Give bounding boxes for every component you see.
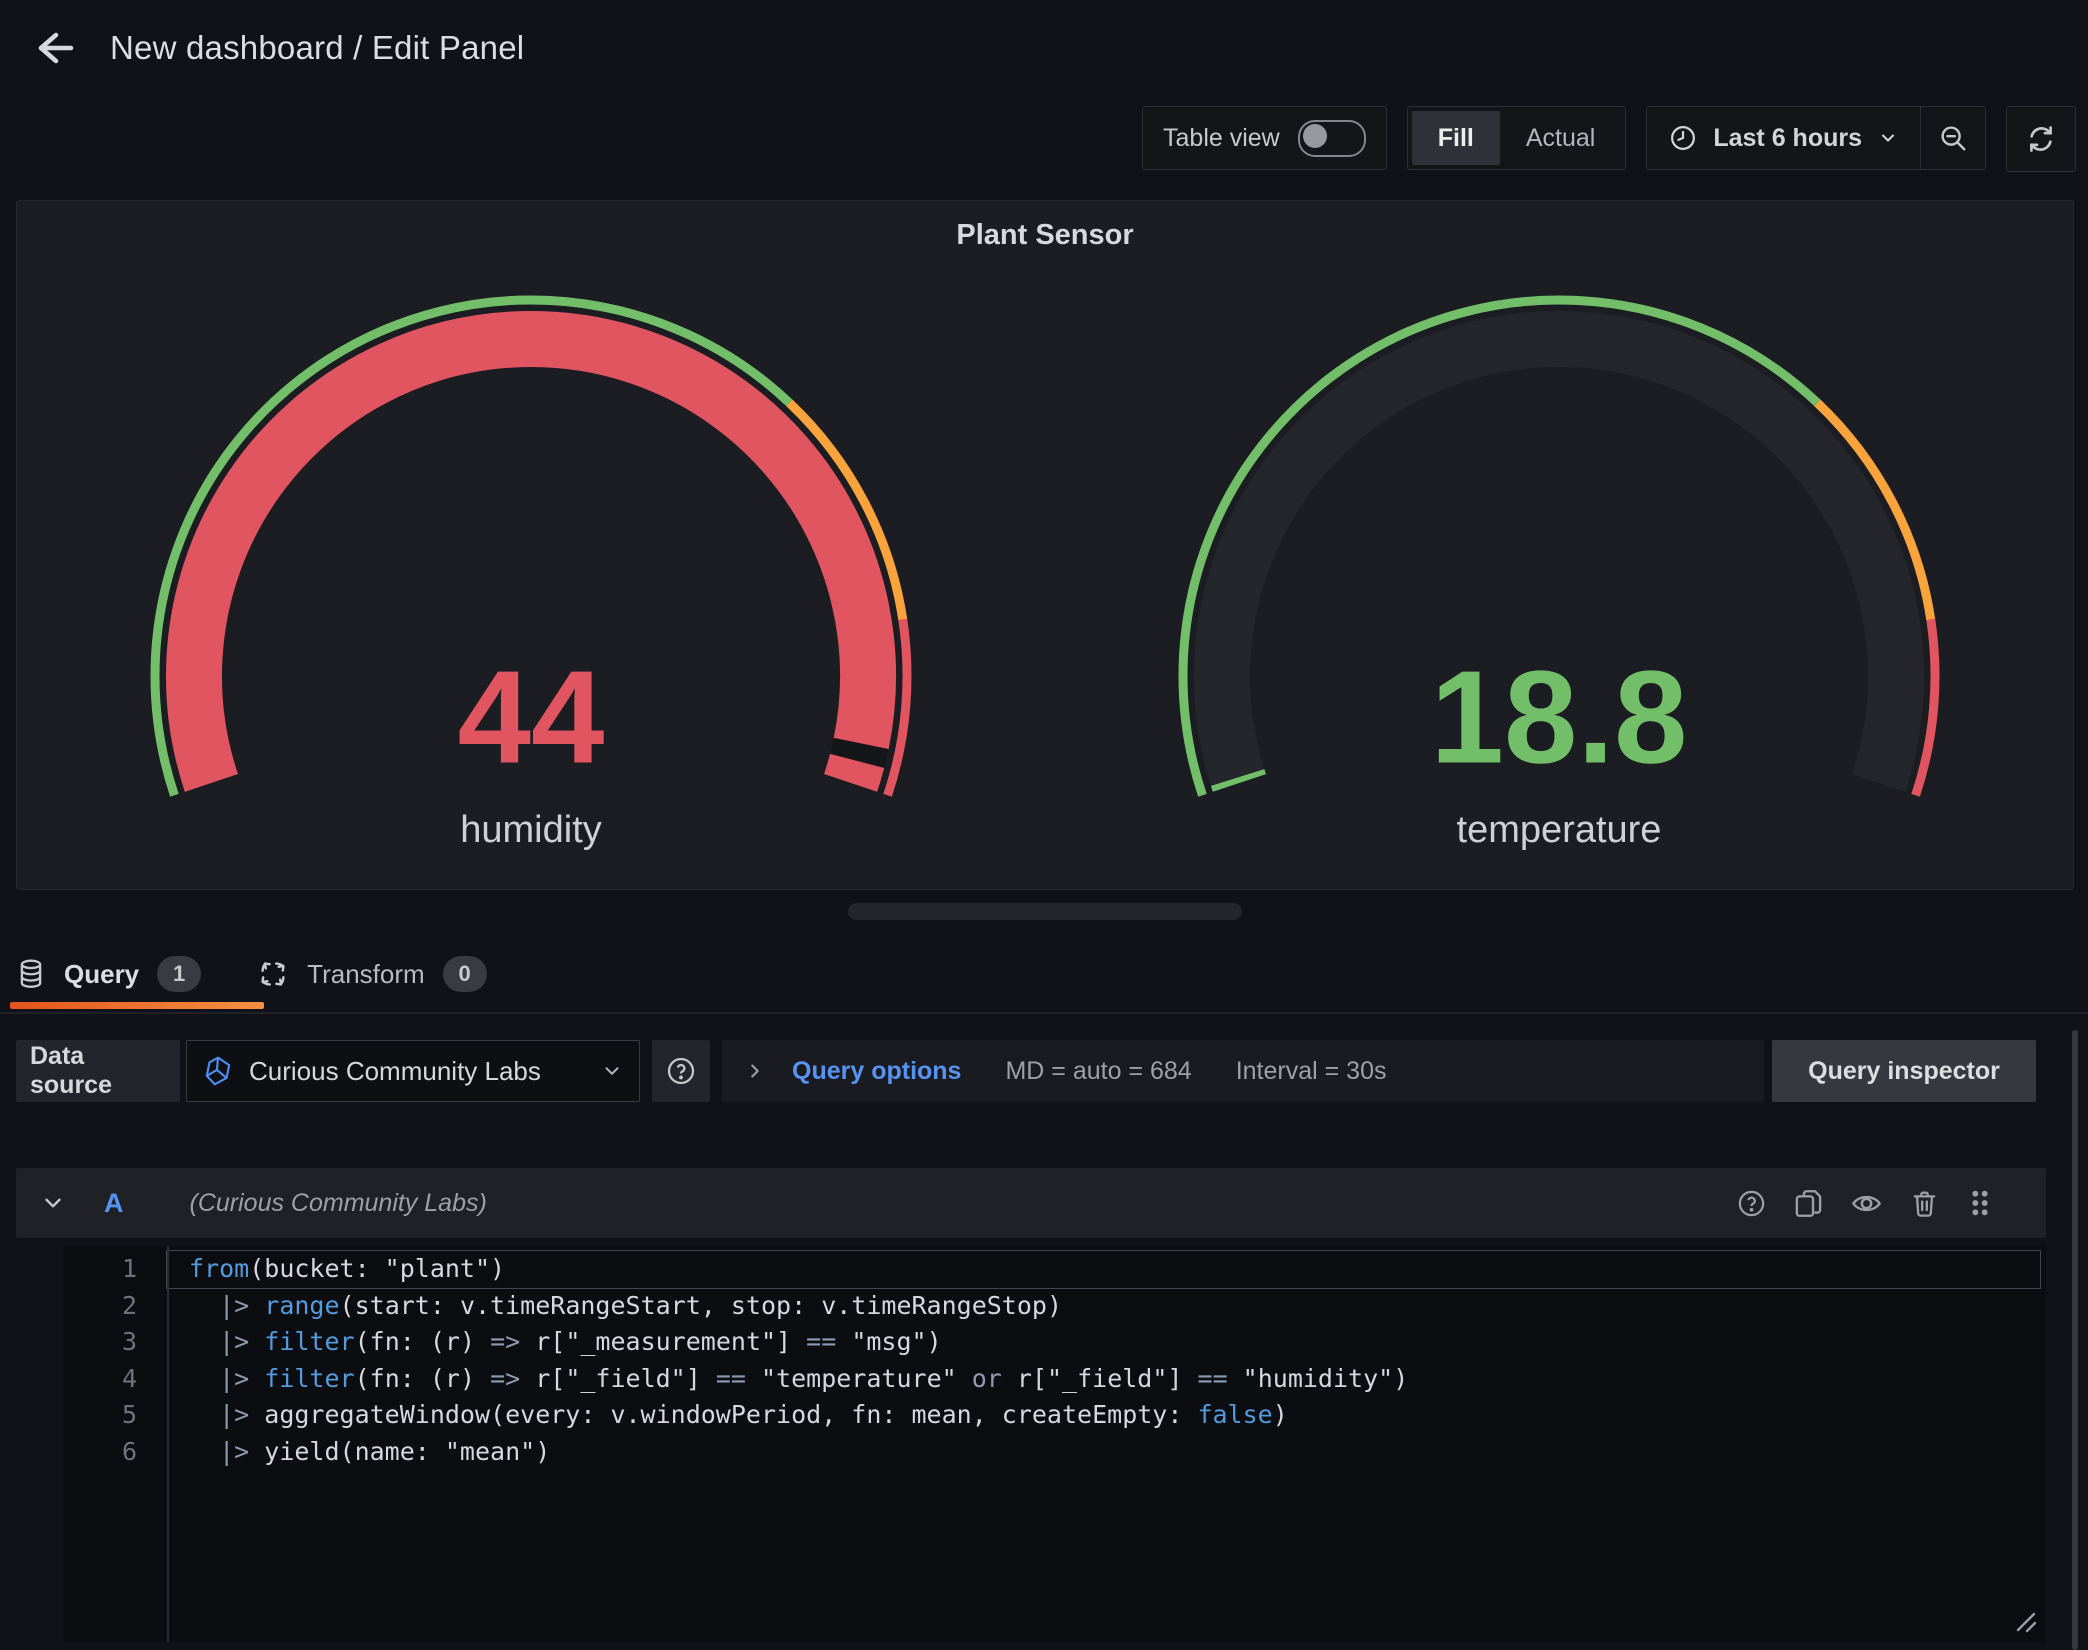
gauge-container: 44 humidity 18.8 temperature [17, 201, 2073, 889]
code-line[interactable]: 5 |> aggregateWindow(every: v.windowPeri… [63, 1397, 2046, 1434]
line-number: 4 [63, 1361, 167, 1398]
tab-query[interactable]: Query 1 [16, 956, 201, 992]
query-datasource-hint: (Curious Community Labs) [190, 1189, 487, 1218]
temperature-gauge-svg: 18.8 temperature [1169, 289, 1949, 874]
time-range-group: Last 6 hours [1646, 106, 1986, 170]
gauge-panel: 44 humidity 18.8 temperature Plant Sensor [16, 200, 2074, 890]
code-line-content: |> yield(name: "mean") [167, 1434, 2040, 1471]
code-line-content: |> filter(fn: (r) => r["_measurement"] =… [167, 1324, 2040, 1361]
line-number: 5 [63, 1397, 167, 1434]
tab-transform-label: Transform [307, 959, 425, 990]
table-view-group: Table view [1142, 106, 1387, 170]
back-button[interactable] [28, 22, 80, 74]
refresh-icon [2025, 123, 2057, 155]
code-line-content: |> filter(fn: (r) => r["_field"] == "tem… [167, 1361, 2040, 1398]
datasource-picker[interactable]: Curious Community Labs [186, 1040, 640, 1102]
max-data-points-stat: MD = auto = 684 [1005, 1057, 1191, 1086]
code-line[interactable]: 1from(bucket: "plant") [63, 1251, 2046, 1288]
datasource-name: Curious Community Labs [249, 1056, 585, 1087]
code-line-content: from(bucket: "plant") [167, 1251, 2040, 1288]
database-icon [16, 958, 46, 990]
flux-code-editor[interactable]: 1from(bucket: "plant")2 |> range(start: … [63, 1246, 2046, 1642]
actual-option[interactable]: Actual [1500, 111, 1621, 165]
chevron-down-icon [601, 1060, 623, 1082]
back-arrow-icon [30, 24, 78, 72]
toggle-visibility-icon[interactable] [1850, 1187, 1883, 1220]
code-lines: 1from(bucket: "plant")2 |> range(start: … [63, 1251, 2046, 1471]
code-line[interactable]: 4 |> filter(fn: (r) => r["_field"] == "t… [63, 1361, 2046, 1398]
refresh-button[interactable] [2006, 106, 2076, 172]
query-row-actions [1736, 1187, 1994, 1220]
humidity-gauge-svg: 44 humidity [141, 289, 921, 874]
line-number: 6 [63, 1434, 167, 1471]
tab-transform-badge: 0 [443, 956, 487, 992]
query-options-bar: Query options MD = auto = 684 Interval =… [722, 1040, 1764, 1102]
influxdb-datasource-icon [203, 1055, 233, 1087]
query-ref-id[interactable]: A [104, 1188, 124, 1219]
fill-option[interactable]: Fill [1412, 111, 1500, 165]
tab-query-badge: 1 [157, 956, 201, 992]
table-view-label: Table view [1163, 124, 1280, 153]
duplicate-query-icon[interactable] [1793, 1188, 1824, 1219]
panel-toolbar: Table view Fill Actual Last 6 hours [1142, 106, 2076, 170]
delete-query-icon[interactable] [1909, 1188, 1940, 1219]
editor-resize-handle[interactable] [2012, 1608, 2038, 1634]
line-number: 2 [63, 1288, 167, 1325]
time-range-label: Last 6 hours [1713, 124, 1862, 153]
grafana-edit-panel: New dashboard / Edit Panel Table view Fi… [0, 0, 2088, 1650]
zoom-out-time-button[interactable] [1921, 107, 1985, 169]
code-line[interactable]: 6 |> yield(name: "mean") [63, 1434, 2046, 1471]
svg-text:temperature: temperature [1457, 809, 1662, 851]
query-row-a: A (Curious Community Labs) [16, 1168, 2046, 1238]
drag-handle-icon[interactable] [1966, 1187, 1994, 1219]
svg-text:humidity: humidity [460, 809, 602, 851]
code-line[interactable]: 3 |> filter(fn: (r) => r["_measurement"]… [63, 1324, 2046, 1361]
transform-icon [257, 958, 289, 990]
panel-resize-handle[interactable] [848, 903, 1242, 920]
query-options-link[interactable]: Query options [792, 1057, 961, 1086]
svg-text:44: 44 [458, 644, 605, 791]
scrollbar-thumb[interactable] [2072, 1030, 2078, 1650]
gauge-humidity: 44 humidity [17, 201, 1045, 889]
time-range-picker[interactable]: Last 6 hours [1647, 107, 1920, 169]
collapse-chevron-icon[interactable] [40, 1190, 66, 1216]
line-number: 3 [63, 1324, 167, 1361]
tab-transform[interactable]: Transform 0 [257, 956, 487, 992]
datasource-label: Data source [16, 1040, 180, 1102]
datasource-help-button[interactable] [652, 1040, 710, 1102]
chevron-down-icon [1878, 128, 1898, 148]
magnifier-minus-icon [1938, 123, 1968, 153]
editor-tabs: Query 1 Transform 0 [16, 946, 487, 1002]
chevron-right-icon[interactable] [744, 1060, 766, 1082]
page-title: New dashboard / Edit Panel [110, 24, 524, 72]
tab-query-label: Query [64, 959, 139, 990]
svg-text:18.8: 18.8 [1431, 644, 1688, 791]
help-circle-icon [665, 1055, 697, 1087]
query-toolbar: Data source Curious Community Labs [16, 1040, 2036, 1102]
toggle-knob [1303, 124, 1327, 148]
query-inspector-button[interactable]: Query inspector [1772, 1040, 2036, 1102]
code-line-content: |> aggregateWindow(every: v.windowPeriod… [167, 1397, 2040, 1434]
active-tab-underline [10, 1002, 264, 1009]
table-view-toggle[interactable] [1298, 120, 1366, 157]
line-number: 1 [63, 1251, 167, 1288]
code-line-content: |> range(start: v.timeRangeStart, stop: … [167, 1288, 2040, 1325]
gauge-temperature: 18.8 temperature [1045, 201, 2073, 889]
clock-icon [1669, 124, 1697, 152]
code-line[interactable]: 2 |> range(start: v.timeRangeStart, stop… [63, 1288, 2046, 1325]
query-help-icon[interactable] [1736, 1188, 1767, 1219]
tabs-divider [0, 1012, 2088, 1014]
panel-title: Plant Sensor [17, 219, 2073, 252]
display-mode-group: Fill Actual [1407, 106, 1627, 170]
interval-stat: Interval = 30s [1236, 1057, 1387, 1086]
